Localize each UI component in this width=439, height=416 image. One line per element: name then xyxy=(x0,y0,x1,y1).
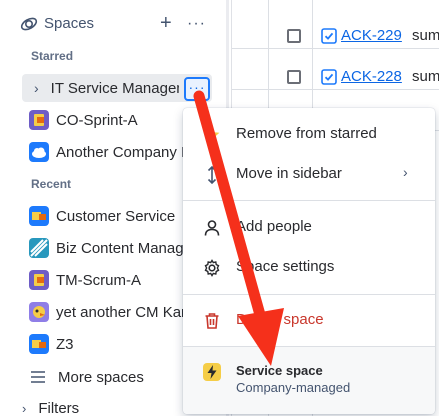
chevron-right-icon: › xyxy=(403,164,408,180)
space-type-footer: Service space Company-managed xyxy=(183,346,435,414)
issue-summary: sum xyxy=(412,27,439,44)
space-avatar-icon xyxy=(29,110,49,130)
task-type-icon xyxy=(321,69,337,85)
menu-item-label: Add people xyxy=(236,218,312,235)
gear-icon xyxy=(204,259,220,277)
menu-lines-icon xyxy=(31,371,45,383)
lightning-icon xyxy=(203,363,221,381)
sidebar-item-label: CO-Sprint-A xyxy=(56,111,138,129)
table-row[interactable]: ACK-229 sum xyxy=(232,8,439,49)
table-row[interactable]: ACK-228 sum xyxy=(232,49,439,90)
menu-item-label: Move in sidebar xyxy=(236,165,342,182)
space-avatar-icon xyxy=(29,206,49,226)
spaces-header: Spaces + ··· xyxy=(0,8,226,40)
add-space-button[interactable]: + xyxy=(160,11,172,35)
space-type-name: Service space xyxy=(236,363,323,378)
more-spaces-label: More spaces xyxy=(58,368,144,386)
star-icon xyxy=(204,127,220,142)
issue-summary: sum xyxy=(412,68,439,85)
space-avatar-icon xyxy=(29,302,49,322)
issue-key-link[interactable]: ACK-228 xyxy=(341,68,402,85)
space-avatar-icon xyxy=(29,238,49,258)
space-type-subtitle: Company-managed xyxy=(236,380,351,395)
space-actions-menu: Remove from starred Move in sidebar › Ad… xyxy=(183,108,435,414)
space-more-actions-button[interactable]: ··· xyxy=(184,77,210,101)
menu-item-move-in-sidebar[interactable]: Move in sidebar › xyxy=(183,154,435,194)
spaces-more-button[interactable]: ··· xyxy=(187,12,206,36)
filters-section[interactable]: › Filters xyxy=(22,396,79,416)
menu-item-remove-from-starred[interactable]: Remove from starred xyxy=(183,114,435,154)
menu-item-label: Delete space xyxy=(236,311,324,328)
starred-section-label: Starred xyxy=(31,49,74,63)
row-checkbox[interactable] xyxy=(287,70,301,84)
chevron-right-icon[interactable]: › xyxy=(22,401,26,416)
menu-divider xyxy=(183,200,435,201)
sidebar-item-label: IT Service Management xyxy=(50,79,179,97)
trash-icon xyxy=(205,313,219,329)
spaces-title: Spaces xyxy=(44,15,95,32)
sidebar-item-label: TM-Scrum-A xyxy=(56,271,141,289)
issue-key-link[interactable]: ACK-229 xyxy=(341,27,402,44)
menu-item-label: Space settings xyxy=(236,258,335,275)
recent-section-label: Recent xyxy=(31,177,72,191)
space-avatar-icon xyxy=(29,334,49,354)
menu-item-label: Remove from starred xyxy=(236,125,377,142)
menu-item-add-people[interactable]: Add people xyxy=(183,207,435,247)
spaces-icon xyxy=(20,17,38,31)
menu-item-delete-space[interactable]: Delete space xyxy=(183,300,435,340)
space-avatar-icon xyxy=(29,142,49,162)
space-avatar-icon xyxy=(29,270,49,290)
more-spaces-link[interactable]: More spaces xyxy=(30,363,144,391)
task-type-icon xyxy=(321,28,337,44)
sidebar-item-label: Z3 xyxy=(56,335,74,353)
filters-label: Filters xyxy=(38,399,80,416)
menu-item-space-settings[interactable]: Space settings xyxy=(183,247,435,287)
person-icon xyxy=(204,220,220,236)
move-vertical-icon xyxy=(207,166,217,184)
row-checkbox[interactable] xyxy=(287,29,301,43)
menu-divider xyxy=(183,294,435,295)
chevron-right-icon[interactable]: › xyxy=(34,80,39,96)
sidebar-item-label: Customer Service xyxy=(56,207,176,225)
